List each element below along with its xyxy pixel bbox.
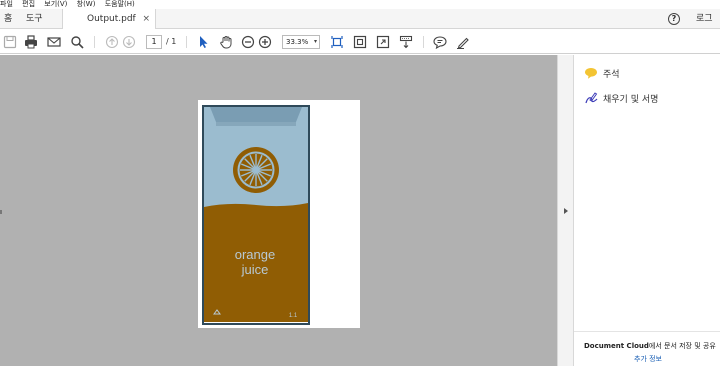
print-icon[interactable] xyxy=(23,34,39,50)
chevron-right-icon xyxy=(564,208,568,214)
zoom-select[interactable]: 33.3% ▾ xyxy=(282,35,320,49)
left-panel-handle[interactable] xyxy=(0,210,2,214)
document-workspace[interactable]: orange juice 1.1 xyxy=(0,55,557,366)
carton-cap xyxy=(210,107,302,122)
zoom-in-icon[interactable] xyxy=(257,34,273,50)
cloud-brand: Document Cloud xyxy=(584,342,649,350)
toolbar-separator xyxy=(94,36,95,48)
close-icon[interactable]: × xyxy=(142,9,150,29)
email-icon[interactable] xyxy=(46,34,62,50)
scroll-mode-icon[interactable] xyxy=(398,34,414,50)
tab-document-title: Output.pdf xyxy=(87,14,136,24)
page-number-input[interactable]: 1 xyxy=(146,35,162,49)
comment-tool-label: 주석 xyxy=(603,69,620,80)
right-tools-panel: 주석 채우기 및 서명 Document Cloud에서 문서 저장 및 공유 … xyxy=(574,55,720,366)
fill-sign-tool[interactable]: 채우기 및 서명 xyxy=(584,90,658,106)
page-total: / 1 xyxy=(166,37,177,46)
menu-edit[interactable]: 편집 xyxy=(22,0,35,8)
carton-cap-band xyxy=(216,122,296,126)
full-screen-icon[interactable] xyxy=(375,34,391,50)
tab-bar: 홈 도구 Output.pdf × ? 로그인 xyxy=(0,9,720,44)
next-page-icon[interactable] xyxy=(121,34,137,50)
comment-icon[interactable] xyxy=(432,34,448,50)
menu-window[interactable]: 창(W) xyxy=(77,0,96,8)
menu-bar: 파일 편집 보기(V) 창(W) 도움말(H) xyxy=(0,0,720,9)
right-panel-toggle[interactable] xyxy=(557,55,574,366)
cloud-description: 에서 문서 저장 및 공유 xyxy=(648,342,716,350)
marquee-zoom-icon[interactable] xyxy=(352,34,368,50)
carton-text-orange: orange xyxy=(235,247,275,262)
search-icon[interactable] xyxy=(69,34,85,50)
sign-icon[interactable] xyxy=(455,34,471,50)
select-arrow-icon[interactable] xyxy=(195,34,211,50)
help-icon[interactable]: ? xyxy=(668,13,680,25)
prev-page-icon[interactable] xyxy=(104,34,120,50)
toolbar-separator xyxy=(423,36,424,48)
zoom-out-icon[interactable] xyxy=(240,34,256,50)
orange-juice-carton-illustration: orange juice 1.1 xyxy=(202,105,310,325)
carton-corner-number: 1.1 xyxy=(289,313,298,319)
tab-document[interactable]: Output.pdf × xyxy=(62,9,156,29)
fill-sign-label: 채우기 및 서명 xyxy=(603,94,659,105)
acrobat-window: 파일 편집 보기(V) 창(W) 도움말(H) 홈 도구 Output.pdf … xyxy=(0,0,720,366)
panel-divider xyxy=(574,331,720,332)
fill-sign-icon xyxy=(585,92,598,104)
fit-page-icon[interactable] xyxy=(329,34,345,50)
hand-tool-icon[interactable] xyxy=(218,34,234,50)
cloud-promo-text: Document Cloud에서 문서 저장 및 공유 xyxy=(584,341,716,351)
tab-tools[interactable]: 도구 xyxy=(26,9,43,29)
carton-text-juice: juice xyxy=(241,262,269,277)
menu-file[interactable]: 파일 xyxy=(0,0,13,8)
comment-bubble-icon xyxy=(585,68,597,79)
orange-slice-icon xyxy=(233,147,279,193)
zoom-value: 33.3% xyxy=(286,38,309,46)
more-info-link[interactable]: 추가 정보 xyxy=(634,354,662,364)
menu-view[interactable]: 보기(V) xyxy=(44,0,67,8)
toolbar-separator xyxy=(186,36,187,48)
pdf-page: orange juice 1.1 xyxy=(198,100,360,328)
comment-tool[interactable]: 주석 xyxy=(584,65,620,81)
chevron-down-icon: ▾ xyxy=(313,38,317,45)
tab-home[interactable]: 홈 xyxy=(4,9,12,29)
menu-help[interactable]: 도움말(H) xyxy=(105,0,135,8)
main-toolbar: 1 / 1 33.3% ▾ xyxy=(0,30,720,54)
save-icon[interactable] xyxy=(2,34,18,50)
